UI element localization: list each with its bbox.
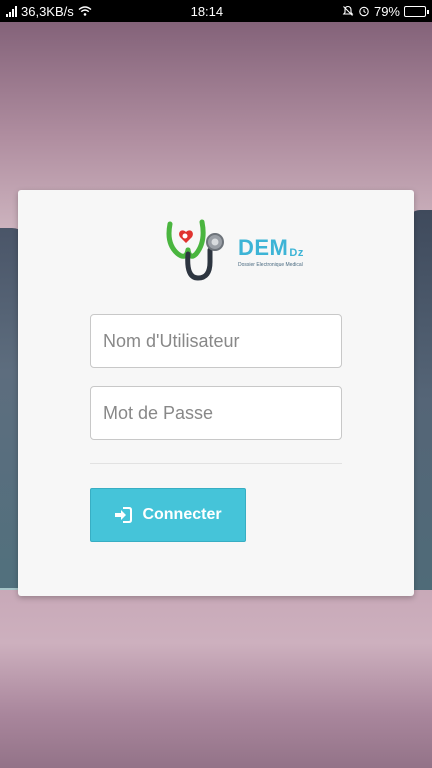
stethoscope-logo-icon (166, 219, 224, 281)
connect-button[interactable]: Connecter (90, 488, 246, 542)
clock: 18:14 (190, 3, 224, 19)
sign-in-icon (115, 507, 133, 523)
app-logo: DEMDz Dossier Electronique Medical (158, 216, 308, 286)
signal-icon (6, 5, 17, 17)
wifi-icon (78, 6, 92, 16)
status-bar: 36,3KB/s 18:14 79% (0, 0, 432, 22)
alarm-icon (359, 6, 369, 17)
username-input[interactable] (90, 314, 342, 368)
brand-name: DEMDz (238, 234, 304, 260)
login-card: DEMDz Dossier Electronique Medical Conne… (18, 190, 414, 596)
battery-percent: 79% (373, 3, 400, 19)
password-input[interactable] (90, 386, 342, 440)
connect-button-label: Connecter (142, 506, 222, 523)
battery-icon (404, 5, 429, 17)
brand-tagline: Dossier Electronique Medical (238, 261, 303, 268)
network-speed: 36,3KB/s (21, 3, 74, 19)
mute-icon (342, 5, 354, 16)
divider (90, 463, 342, 464)
background-lower (0, 590, 432, 768)
